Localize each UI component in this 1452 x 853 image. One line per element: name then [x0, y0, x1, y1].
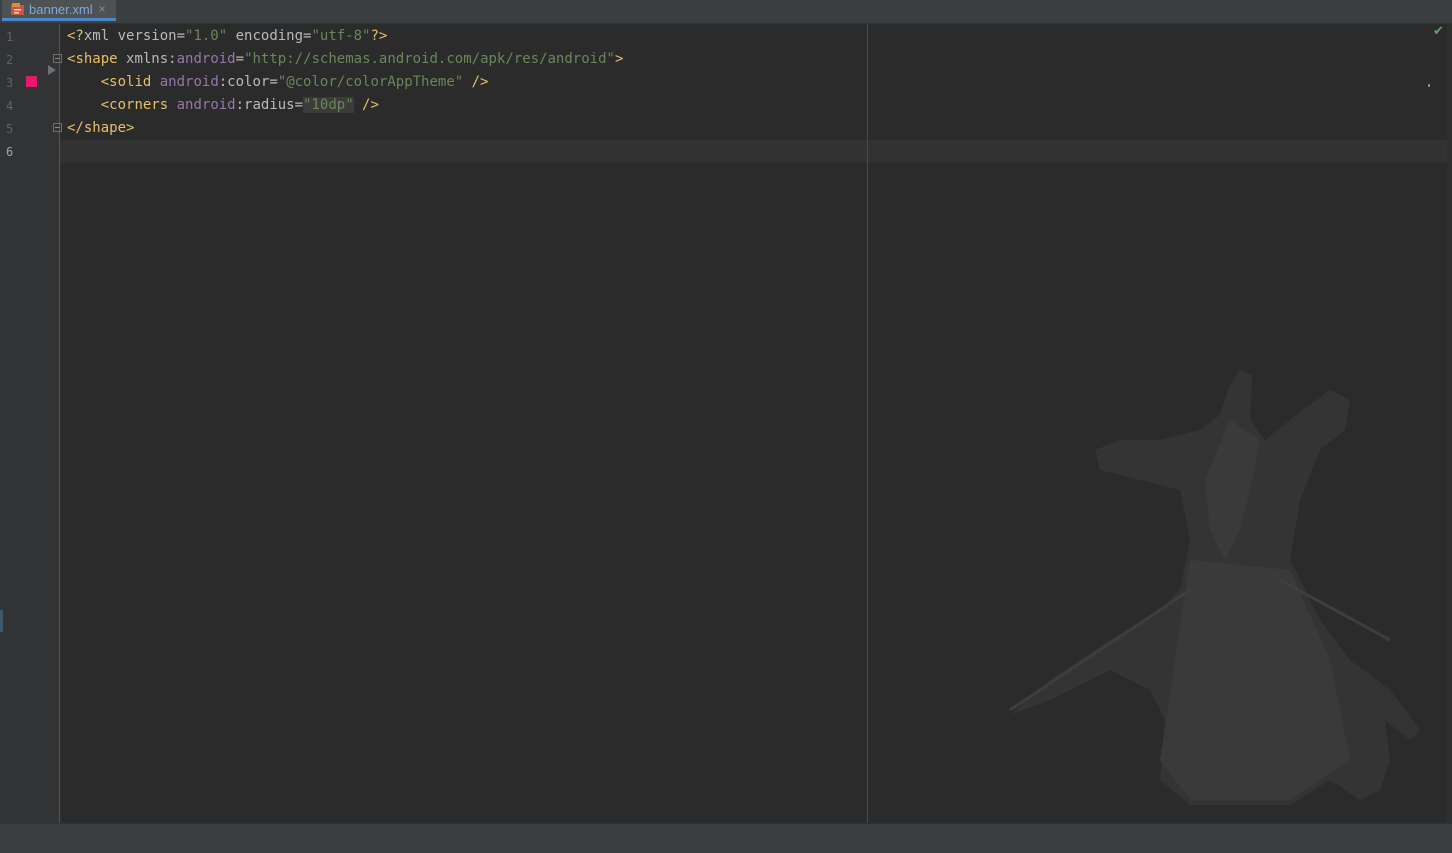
code-line-4[interactable]: <corners android:radius="10dp" />: [67, 94, 379, 117]
line-number: 5: [6, 122, 14, 136]
code-line-5[interactable]: </shape>: [67, 117, 134, 140]
line-number: 2: [6, 53, 14, 67]
background-character-art: [1009, 370, 1420, 805]
line-number-current: 6: [6, 145, 14, 159]
tag-open: <: [100, 74, 110, 90]
line-number: 1: [6, 30, 14, 44]
tag-name-shape: shape: [75, 51, 118, 67]
tab-banner-xml[interactable]: banner.xml ×: [2, 0, 116, 21]
tag-self-close: />: [353, 97, 379, 113]
tag-self-close: />: [463, 74, 489, 90]
value-version: "1.0": [185, 28, 228, 44]
tag-open: <: [100, 97, 110, 113]
equals-sign: =: [235, 51, 245, 67]
line-number: 3: [6, 76, 14, 90]
tab-close-icon[interactable]: ×: [99, 3, 106, 15]
namespace-android: android: [176, 51, 236, 67]
namespace-android: android: [168, 97, 236, 113]
xml-decl-close: ?>: [370, 28, 388, 44]
status-bar: [0, 823, 1452, 853]
tag-name-shape: shape: [83, 120, 127, 136]
code-line-2[interactable]: <shape xmlns:android="http://schemas.and…: [67, 48, 623, 71]
value-radius: "10dp": [303, 97, 354, 113]
code-line-3[interactable]: <solid android:color="@color/colorAppThe…: [67, 71, 489, 94]
code-line-1[interactable]: <?xml version="1.0" encoding="utf-8"?>: [67, 25, 387, 48]
tag-open: </: [67, 120, 84, 136]
tab-label: banner.xml: [29, 1, 93, 17]
xml-decl-open: <?: [67, 28, 84, 44]
namespace-android: android: [151, 74, 219, 90]
tag-name-corners: corners: [109, 97, 169, 113]
tag-name-solid: solid: [109, 74, 152, 90]
value-encoding: "utf-8": [311, 28, 371, 44]
line-gutter: 1 2 3 4 5 6: [0, 24, 62, 823]
xml-decl-name: xml: [83, 28, 110, 44]
check-icon[interactable]: ✔: [1433, 24, 1444, 39]
attr-version: version=: [109, 28, 186, 44]
tag-close: >: [614, 51, 624, 67]
value-namespace-url: "http://schemas.android.com/apk/res/andr…: [244, 51, 615, 67]
color-preview-swatch[interactable]: [26, 76, 37, 87]
editor-tab-bar: banner.xml ×: [0, 0, 1452, 24]
right-margin-guide: [867, 24, 868, 823]
current-line-highlight: [60, 140, 1448, 163]
gutter-arrow-icon[interactable]: [48, 65, 56, 75]
editor-scrollbar[interactable]: [1447, 24, 1452, 823]
attr-color: :color=: [218, 74, 278, 90]
tag-close: >: [126, 120, 135, 136]
attr-encoding: encoding=: [227, 28, 312, 44]
line-number: 4: [6, 99, 14, 113]
left-tool-strip[interactable]: [0, 610, 3, 632]
attr-xmlns: xmlns:: [117, 51, 177, 67]
xml-file-icon: [11, 3, 25, 15]
value-color: "@color/colorAppTheme": [277, 74, 464, 90]
scroll-marker[interactable]: [1428, 84, 1430, 87]
attr-radius: :radius=: [235, 97, 304, 113]
